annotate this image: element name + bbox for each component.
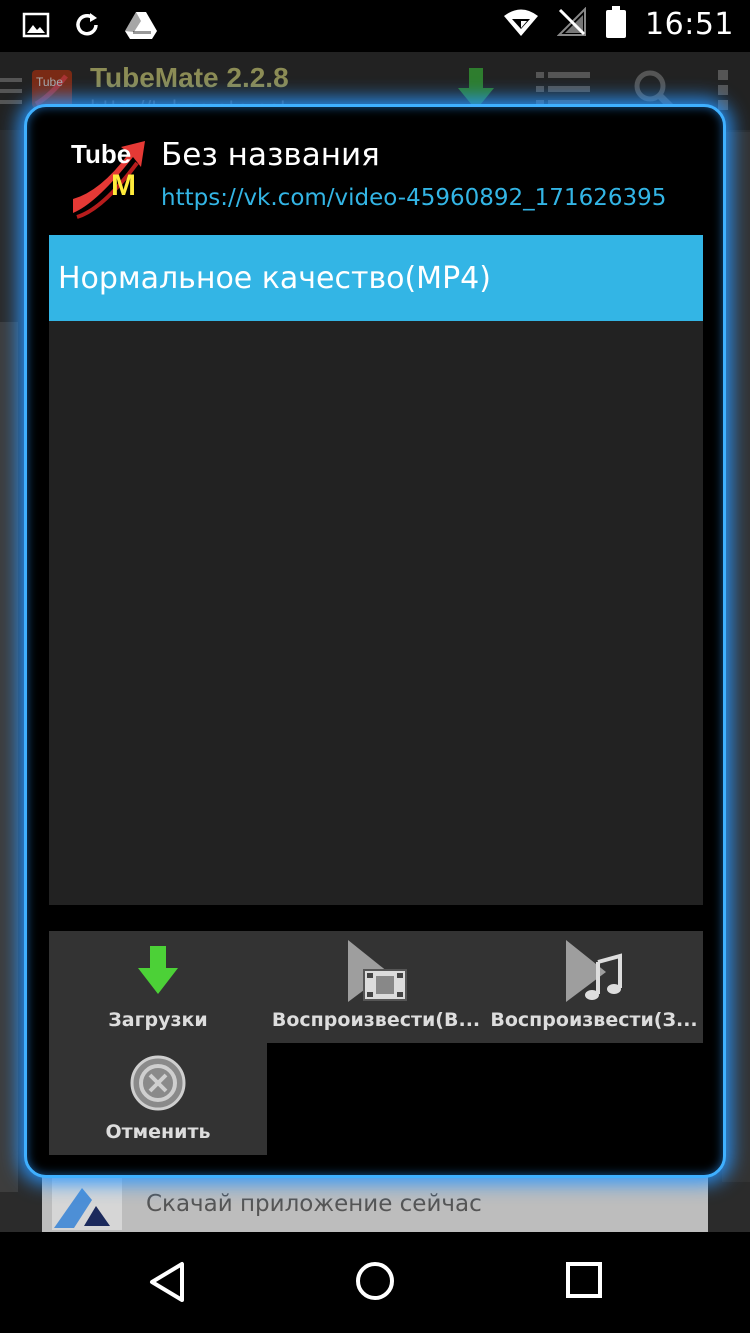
navigation-bar xyxy=(0,1232,750,1333)
cancel-icon xyxy=(129,1054,187,1116)
play-video-icon xyxy=(344,938,408,1008)
image-icon xyxy=(22,11,50,43)
screen: 16:51 Tube TubeMate 2.2.8 http://tubemat… xyxy=(0,0,750,1333)
background-app-title: TubeMate 2.2.8 xyxy=(90,62,289,93)
downloads-label: Загрузки xyxy=(108,1009,208,1031)
home-icon[interactable] xyxy=(354,1260,396,1306)
menu-icon xyxy=(0,74,24,112)
play-music-icon xyxy=(562,938,626,1008)
play-music-button[interactable]: Воспроизвести(З... xyxy=(485,931,703,1043)
svg-text:Tube: Tube xyxy=(71,139,131,169)
download-dialog: Tube M Без названия https://vk.com/video… xyxy=(24,104,726,1178)
quality-option-label: Нормальное качество(MP4) xyxy=(58,260,491,296)
status-bar: 16:51 xyxy=(0,0,750,52)
play-music-label: Воспроизвести(З... xyxy=(490,1009,698,1031)
ad-logo-icon xyxy=(42,1176,132,1232)
recents-icon[interactable] xyxy=(564,1260,604,1304)
video-title: Без названия xyxy=(161,137,380,173)
back-icon[interactable] xyxy=(148,1260,188,1308)
drive-icon xyxy=(124,10,158,44)
play-video-button[interactable]: Воспроизвести(В... xyxy=(267,931,485,1043)
download-arrow-icon xyxy=(136,946,180,1000)
no-signal-icon xyxy=(556,6,587,41)
action-grid: Загрузки Воспроизвести(В... Воспроизвест… xyxy=(49,931,703,1157)
play-video-label: Воспроизвести(В... xyxy=(271,1009,481,1031)
svg-text:Tube: Tube xyxy=(36,75,63,89)
quality-option-mp4-normal[interactable]: Нормальное качество(MP4) xyxy=(49,235,703,321)
background-scrollbar xyxy=(0,322,18,1192)
downloads-button[interactable]: Загрузки xyxy=(49,931,267,1043)
wifi-icon xyxy=(503,7,539,41)
ad-text: Скачай приложение сейчас xyxy=(146,1191,482,1217)
cancel-label: Отменить xyxy=(105,1121,211,1143)
background-panel xyxy=(722,132,750,1182)
tubemate-logo-icon: Tube M xyxy=(67,133,147,227)
refresh-icon xyxy=(72,10,102,44)
cancel-button[interactable]: Отменить xyxy=(49,1043,267,1155)
svg-text:M: M xyxy=(111,169,136,202)
ad-banner[interactable]: Скачай приложение сейчас xyxy=(42,1176,708,1232)
battery-icon xyxy=(605,6,627,42)
video-url[interactable]: https://vk.com/video-45960892_171626395 xyxy=(161,185,666,211)
quality-list: Нормальное качество(MP4) xyxy=(49,235,703,905)
dialog-header: Tube M Без названия https://vk.com/video… xyxy=(67,133,707,223)
clock: 16:51 xyxy=(645,6,734,42)
